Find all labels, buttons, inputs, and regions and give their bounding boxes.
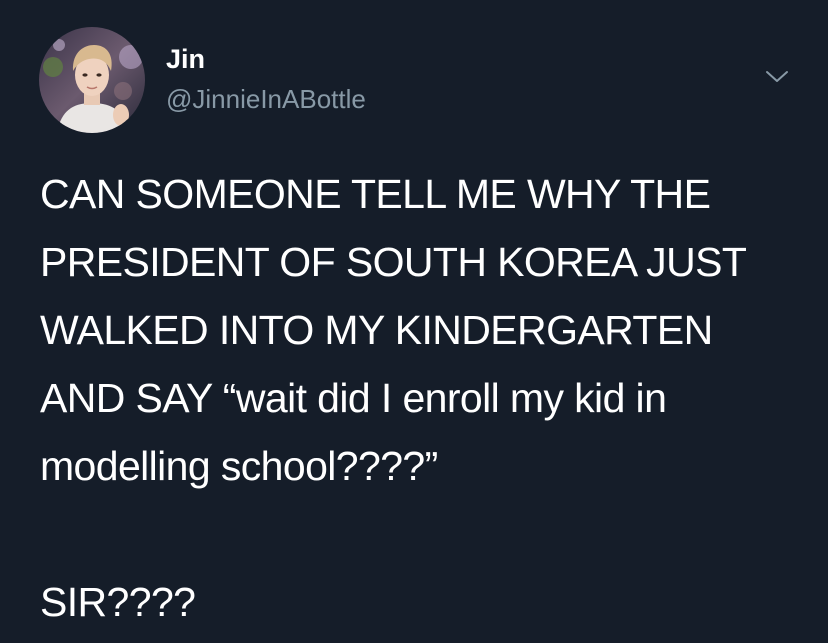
- tweet-text-line: CAN SOMEONE TELL ME WHY THE: [40, 171, 711, 217]
- tweet-card: Jin @JinnieInABottle CAN SOMEONE TELL ME…: [0, 0, 828, 643]
- chevron-down-icon: [766, 71, 788, 82]
- tweet-text-line: AND SAY “wait did I enroll my kid in: [40, 375, 667, 421]
- tweet-closing-line: SIR????: [40, 579, 196, 625]
- tweet-text-line: WALKED INTO MY KINDERGARTEN: [40, 307, 713, 353]
- tweet-text-line: modelling school????”: [40, 443, 438, 489]
- avatar[interactable]: [39, 27, 145, 133]
- profile-photo-icon: [39, 27, 145, 133]
- tweet-text-line: PRESIDENT OF SOUTH KOREA JUST: [40, 239, 747, 285]
- display-name[interactable]: Jin: [166, 43, 205, 75]
- tweet-menu-button[interactable]: [760, 62, 794, 92]
- user-handle[interactable]: @JinnieInABottle: [166, 84, 366, 114]
- tweet-text: CAN SOMEONE TELL ME WHY THE PRESIDENT OF…: [40, 160, 800, 636]
